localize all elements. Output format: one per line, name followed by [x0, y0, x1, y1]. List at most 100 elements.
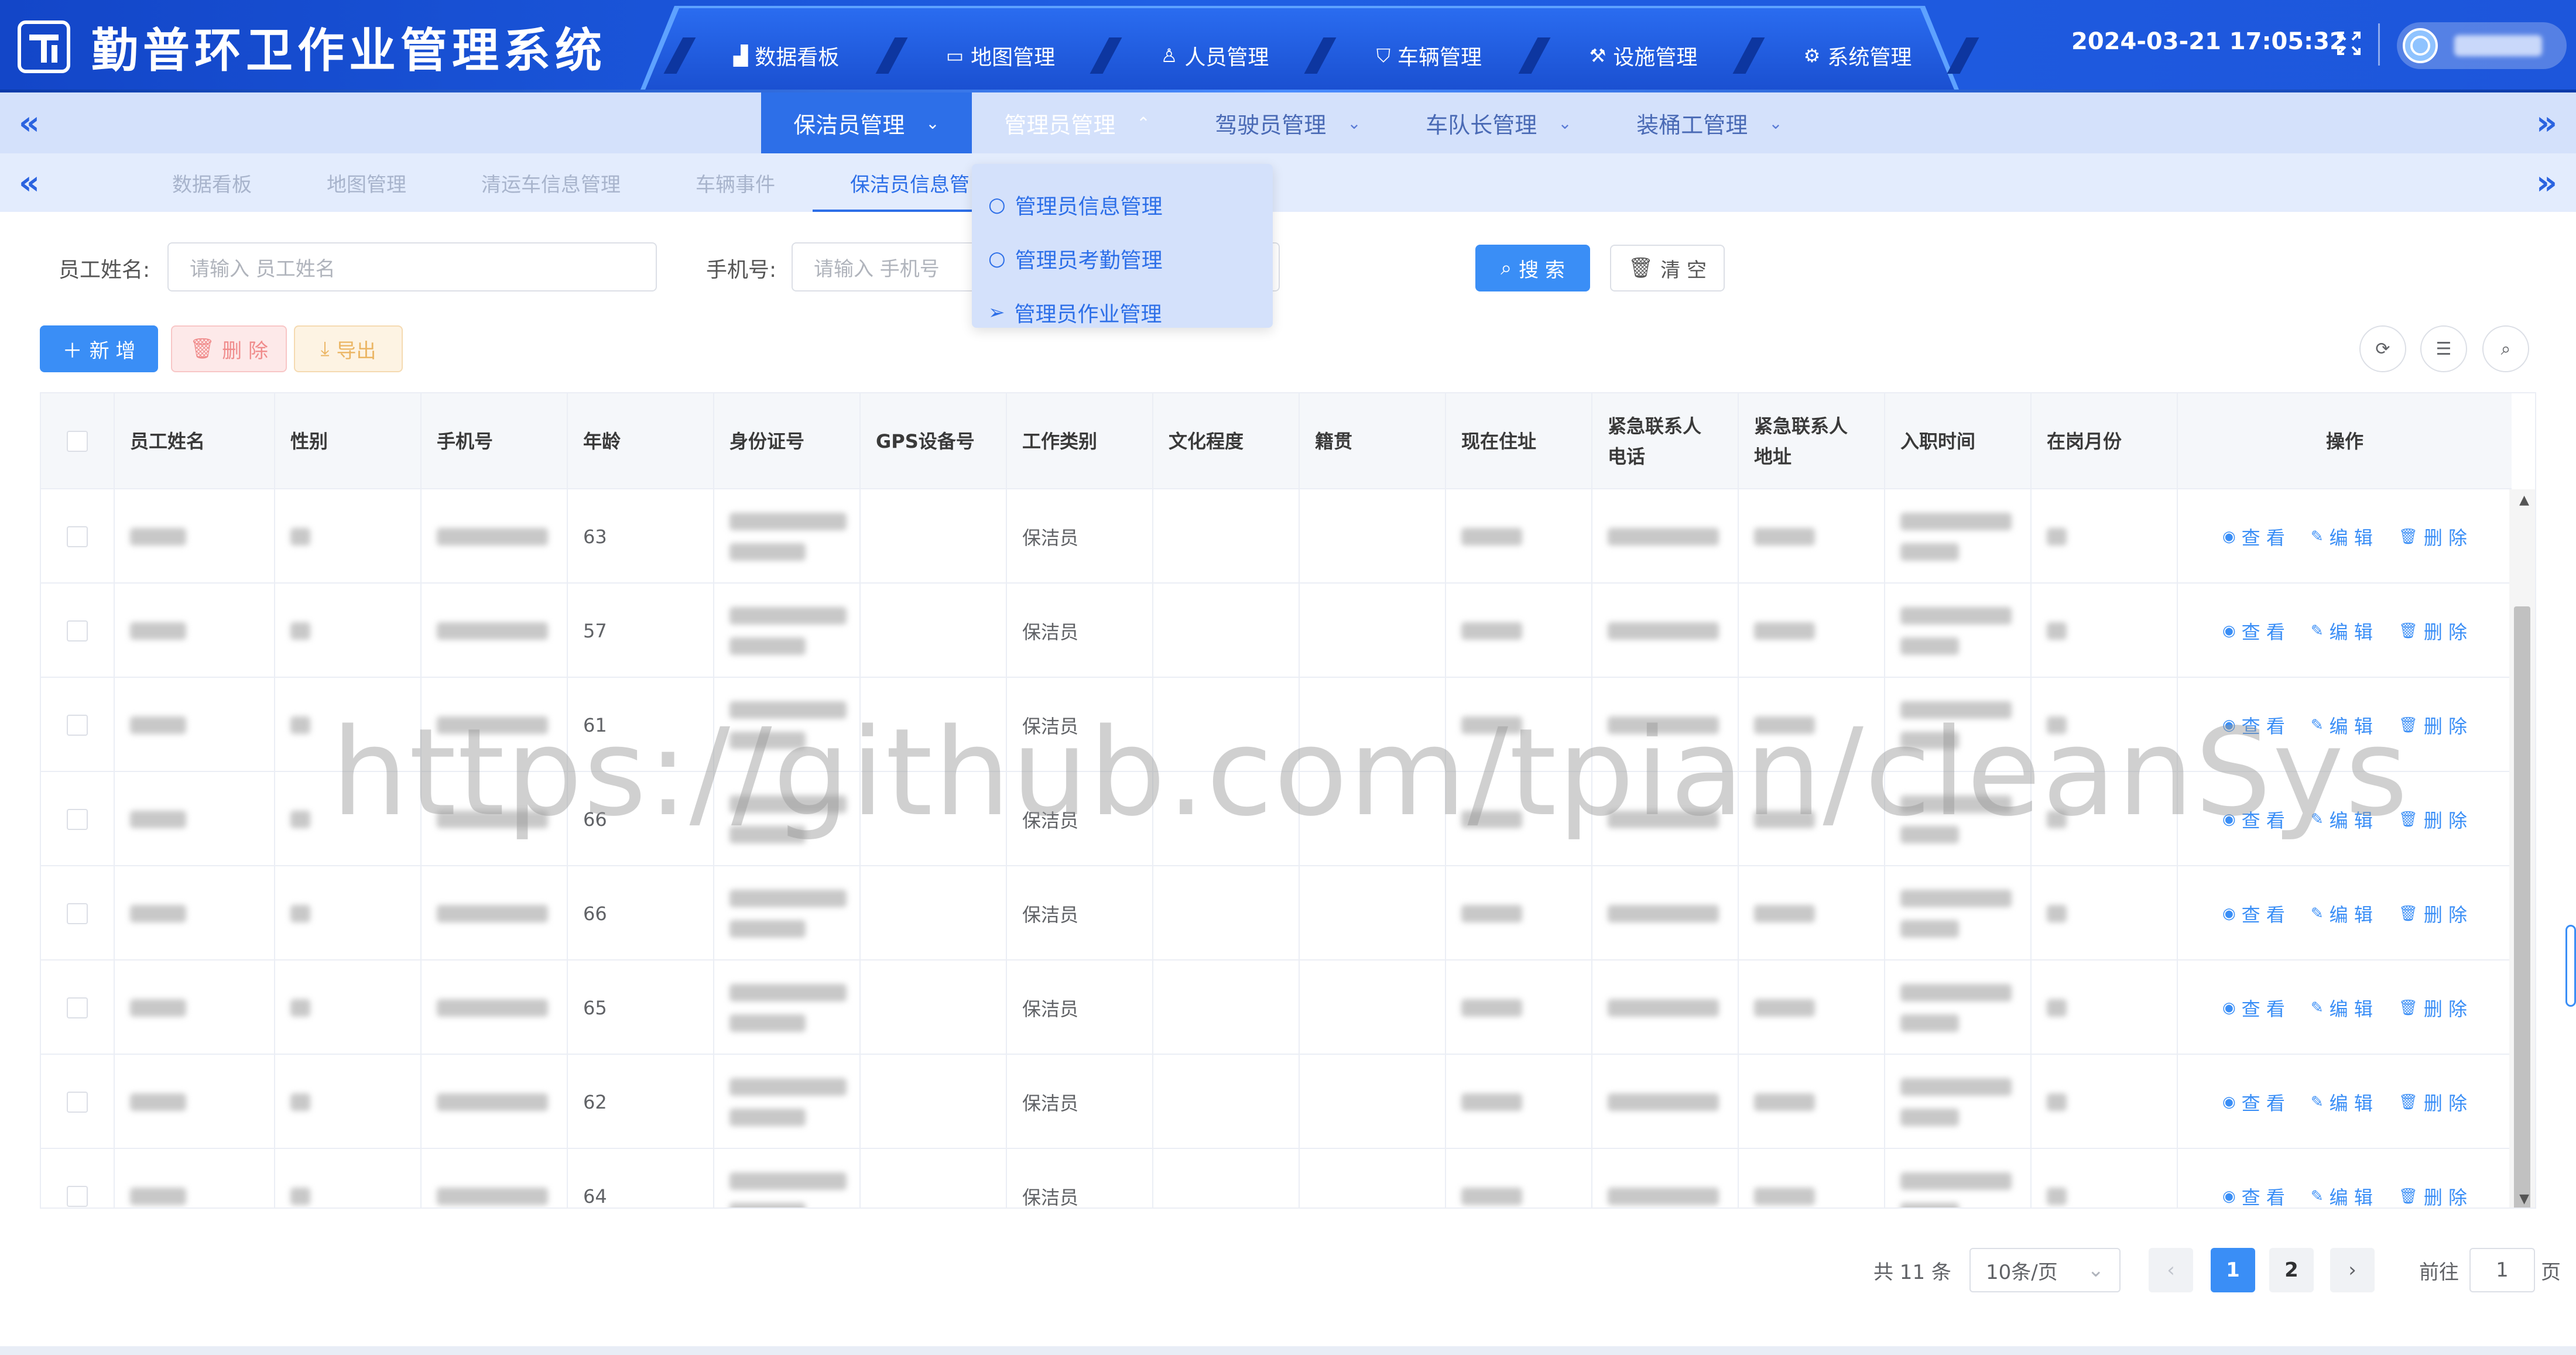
page-2-button[interactable]: 2 [2269, 1248, 2314, 1292]
subnav-cleaner[interactable]: 保洁员管理 ⌄ [761, 92, 972, 153]
table-scrollbar[interactable]: ▲ ▼ [2509, 489, 2535, 1208]
edit-button[interactable]: ✎ 编 辑 [2311, 1089, 2373, 1116]
search-icon: ⌕ [1501, 256, 1512, 280]
action-label: 查 看 [2241, 1092, 2285, 1114]
search-button[interactable]: ⌕ 搜 索 [1475, 245, 1590, 291]
fullscreen-icon[interactable] [2336, 30, 2362, 56]
edit-button[interactable]: ✎ 编 辑 [2311, 994, 2373, 1021]
row-select[interactable] [41, 960, 115, 1055]
edit-button[interactable]: ✎ 编 辑 [2311, 900, 2373, 927]
delete-row-button[interactable]: 🗑 删 除 [2399, 712, 2467, 739]
next-page-button[interactable]: › [2330, 1248, 2375, 1292]
checkbox[interactable] [67, 1185, 88, 1207]
view-button[interactable]: ◉ 查 看 [2222, 1089, 2285, 1116]
view-button[interactable]: ◉ 查 看 [2222, 806, 2285, 833]
table-row[interactable]: 66 保洁员 ◉ 查 看 ✎ 编 辑 🗑 删 除 [41, 772, 2512, 866]
redacted-text [437, 999, 548, 1017]
subnav-fleet-leader[interactable]: 车队长管理 ⌄ [1393, 92, 1604, 153]
header-select-all[interactable] [41, 393, 115, 489]
checkbox[interactable] [67, 526, 88, 547]
top-nav-dashboard[interactable]: ▟ 数据看板 [679, 34, 893, 77]
delete-row-button[interactable]: 🗑 删 除 [2399, 523, 2467, 550]
redacted-text [1900, 1108, 1959, 1126]
page-1-button[interactable]: 1 [2211, 1248, 2255, 1292]
scroll-left-icon[interactable]: « [0, 92, 59, 153]
table-row[interactable]: 57 保洁员 ◉ 查 看 ✎ 编 辑 🗑 删 除 [41, 584, 2512, 678]
tab-truck-info[interactable]: 清运车信息管理 [444, 153, 658, 212]
scrollbar-thumb[interactable] [2514, 606, 2530, 1208]
goto-page-input[interactable]: 1 [2469, 1248, 2535, 1292]
checkbox[interactable] [67, 903, 88, 924]
delete-row-button[interactable]: 🗑 删 除 [2399, 618, 2467, 644]
export-button[interactable]: ⤓ 导出 [294, 325, 403, 372]
row-select[interactable] [41, 678, 115, 772]
row-select[interactable] [41, 1055, 115, 1149]
columns-settings-icon[interactable]: ☰ [2420, 325, 2467, 372]
name-input[interactable]: 请输入 员工姓名 [167, 242, 657, 291]
checkbox[interactable] [67, 1091, 88, 1113]
view-button[interactable]: ◉ 查 看 [2222, 523, 2285, 550]
checkbox[interactable] [67, 808, 88, 830]
row-select[interactable] [41, 866, 115, 960]
table-row[interactable]: 65 保洁员 ◉ 查 看 ✎ 编 辑 🗑 删 除 [41, 960, 2512, 1055]
delete-row-button[interactable]: 🗑 删 除 [2399, 900, 2467, 927]
menu-admin-work[interactable]: ➢ 管理员作业管理 [972, 286, 1273, 339]
view-button[interactable]: ◉ 查 看 [2222, 712, 2285, 739]
menu-admin-attendance[interactable]: ○ 管理员考勤管理 [972, 232, 1273, 286]
toggle-search-icon[interactable]: ⌕ [2482, 325, 2529, 372]
menu-admin-info[interactable]: ○ 管理员信息管理 [972, 178, 1273, 232]
table-row[interactable]: 61 保洁员 ◉ 查 看 ✎ 编 辑 🗑 删 除 [41, 678, 2512, 772]
top-nav-personnel[interactable]: ♙ 人员管理 [1108, 34, 1322, 77]
subnav-driver[interactable]: 驾驶员管理 ⌄ [1183, 92, 1393, 153]
checkbox[interactable] [67, 997, 88, 1018]
delete-row-button[interactable]: 🗑 删 除 [2399, 994, 2467, 1021]
row-select[interactable] [41, 489, 115, 584]
tab-dashboard[interactable]: 数据看板 [135, 153, 289, 212]
cell-months [2032, 866, 2178, 960]
tabs-scroll-left-icon[interactable]: « [0, 153, 59, 212]
row-select[interactable] [41, 1149, 115, 1208]
table-row[interactable]: 63 保洁员 ◉ 查 看 ✎ 编 辑 🗑 删 除 [41, 489, 2512, 584]
tab-vehicle-events[interactable]: 车辆事件 [658, 153, 813, 212]
scroll-right-icon[interactable]: » [2517, 92, 2576, 153]
user-name-redacted [2454, 35, 2542, 56]
clear-button[interactable]: 🗑 清 空 [1610, 245, 1725, 291]
scroll-down-icon[interactable]: ▼ [2519, 1192, 2529, 1206]
checkbox[interactable] [67, 431, 88, 452]
prev-page-button[interactable]: ‹ [2149, 1248, 2193, 1292]
tab-map[interactable]: 地图管理 [289, 153, 444, 212]
top-nav-vehicles[interactable]: ⛉ 车辆管理 [1322, 34, 1536, 77]
delete-button[interactable]: 🗑 删 除 [171, 325, 287, 372]
view-button[interactable]: ◉ 查 看 [2222, 618, 2285, 644]
refresh-icon[interactable]: ⟳ [2359, 325, 2406, 372]
edit-button[interactable]: ✎ 编 辑 [2311, 618, 2373, 644]
delete-row-button[interactable]: 🗑 删 除 [2399, 1183, 2467, 1208]
page-scroll-indicator[interactable] [2565, 925, 2576, 1007]
edit-button[interactable]: ✎ 编 辑 [2311, 523, 2373, 550]
edit-button[interactable]: ✎ 编 辑 [2311, 712, 2373, 739]
delete-row-button[interactable]: 🗑 删 除 [2399, 806, 2467, 833]
row-select[interactable] [41, 772, 115, 866]
add-button[interactable]: ＋ 新 增 [40, 325, 158, 372]
top-nav-system[interactable]: ⚙ 系统管理 [1751, 34, 1965, 77]
delete-row-button[interactable]: 🗑 删 除 [2399, 1089, 2467, 1116]
page-size-select[interactable]: 10条/页 ⌄ [1969, 1248, 2121, 1292]
subnav-admin[interactable]: 管理员管理 ⌃ [972, 92, 1183, 153]
top-nav-facilities[interactable]: ⚒ 设施管理 [1536, 34, 1751, 77]
table-row[interactable]: 66 保洁员 ◉ 查 看 ✎ 编 辑 🗑 删 除 [41, 866, 2512, 960]
subnav-bin-loader[interactable]: 装桶工管理 ⌄ [1604, 92, 1815, 153]
top-nav-map[interactable]: ▭ 地图管理 [893, 34, 1108, 77]
view-button[interactable]: ◉ 查 看 [2222, 994, 2285, 1021]
user-menu[interactable] [2397, 22, 2567, 69]
table-row[interactable]: 62 保洁员 ◉ 查 看 ✎ 编 辑 🗑 删 除 [41, 1055, 2512, 1149]
checkbox[interactable] [67, 620, 88, 642]
checkbox[interactable] [67, 714, 88, 736]
view-button[interactable]: ◉ 查 看 [2222, 1183, 2285, 1208]
edit-button[interactable]: ✎ 编 辑 [2311, 806, 2373, 833]
edit-button[interactable]: ✎ 编 辑 [2311, 1183, 2373, 1208]
scroll-up-icon[interactable]: ▲ [2519, 493, 2529, 507]
table-row[interactable]: 64 保洁员 ◉ 查 看 ✎ 编 辑 🗑 删 除 [41, 1149, 2512, 1208]
tabs-scroll-right-icon[interactable]: » [2517, 153, 2576, 212]
view-button[interactable]: ◉ 查 看 [2222, 900, 2285, 927]
row-select[interactable] [41, 584, 115, 678]
